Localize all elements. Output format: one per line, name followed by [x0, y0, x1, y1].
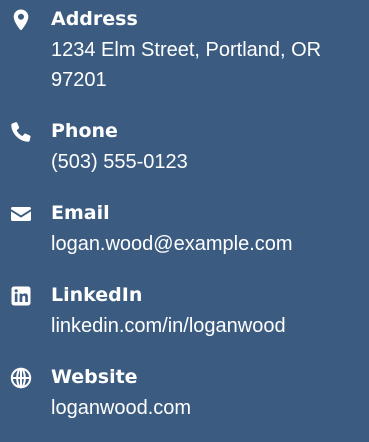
envelope-icon: [9, 202, 33, 226]
address-value: 1234 Elm Street, Portland, OR 97201: [51, 39, 322, 91]
email-link[interactable]: logan.wood@example.com: [51, 229, 361, 259]
contact-item-linkedin: LinkedIn linkedin.com/in/loganwood: [0, 280, 369, 360]
linkedin-link[interactable]: linkedin.com/in/loganwood: [51, 311, 361, 341]
address-label: Address: [51, 8, 138, 30]
contact-item-website: Website loganwood.com: [0, 362, 369, 442]
contact-item-phone: Phone (503) 555-0123: [0, 116, 369, 196]
website-label: Website: [51, 366, 138, 388]
email-label: Email: [51, 202, 110, 224]
contact-info-list: Address 1234 Elm Street, Portland, OR 97…: [0, 0, 369, 421]
phone-icon: [9, 120, 33, 144]
globe-icon: [9, 366, 33, 390]
contact-item-address: Address 1234 Elm Street, Portland, OR 97…: [0, 4, 369, 91]
map-marker-icon: [9, 8, 33, 32]
website-link[interactable]: loganwood.com: [51, 393, 361, 423]
contact-item-email: Email logan.wood@example.com: [0, 198, 369, 278]
linkedin-icon: [9, 284, 33, 308]
linkedin-label: LinkedIn: [51, 284, 143, 306]
phone-link[interactable]: (503) 555-0123: [51, 147, 361, 177]
phone-label: Phone: [51, 120, 118, 142]
